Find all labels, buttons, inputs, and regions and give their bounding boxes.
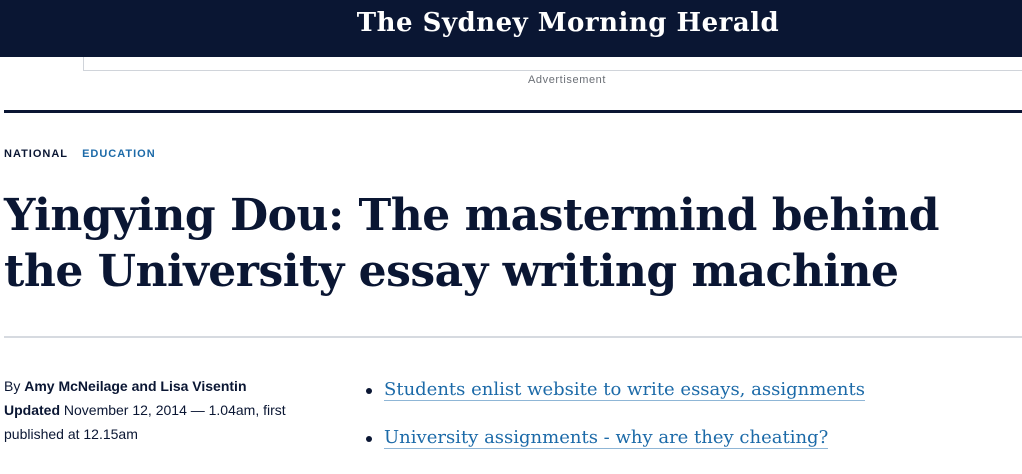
- bullet-icon: [366, 436, 372, 442]
- article-tags: NATIONAL EDUCATION: [4, 148, 156, 160]
- tag-education[interactable]: EDUCATION: [82, 148, 156, 160]
- byline-prefix: By: [4, 378, 21, 394]
- byline-authors[interactable]: Amy McNeilage and Lisa Visentin: [24, 378, 246, 394]
- tag-national[interactable]: NATIONAL: [4, 148, 68, 160]
- byline-timestamp: Updated November 12, 2014 — 1.04am, firs…: [4, 398, 304, 446]
- article-headline: Yingying Dou: The mastermind behind the …: [4, 190, 939, 297]
- advertisement-slot: [83, 57, 1022, 71]
- related-link-item: Students enlist website to write essays,…: [366, 378, 865, 402]
- article-byline: By Amy McNeilage and Lisa Visentin Updat…: [4, 374, 304, 446]
- section-divider: [4, 110, 1022, 113]
- advertisement-label: Advertisement: [527, 74, 607, 86]
- related-link-item: University assignments - why are they ch…: [366, 426, 865, 450]
- masthead: The Sydney Morning Herald: [0, 0, 1022, 57]
- updated-label: Updated: [4, 402, 60, 418]
- bullet-icon: [366, 388, 372, 394]
- related-link-university-assignments[interactable]: University assignments - why are they ch…: [384, 427, 829, 449]
- related-link-students-enlist[interactable]: Students enlist website to write essays,…: [384, 379, 865, 401]
- site-logo[interactable]: The Sydney Morning Herald: [0, 8, 1022, 38]
- byline-authors-line: By Amy McNeilage and Lisa Visentin: [4, 374, 304, 398]
- related-links-list: Students enlist website to write essays,…: [366, 378, 865, 474]
- headline-divider: [4, 336, 1022, 338]
